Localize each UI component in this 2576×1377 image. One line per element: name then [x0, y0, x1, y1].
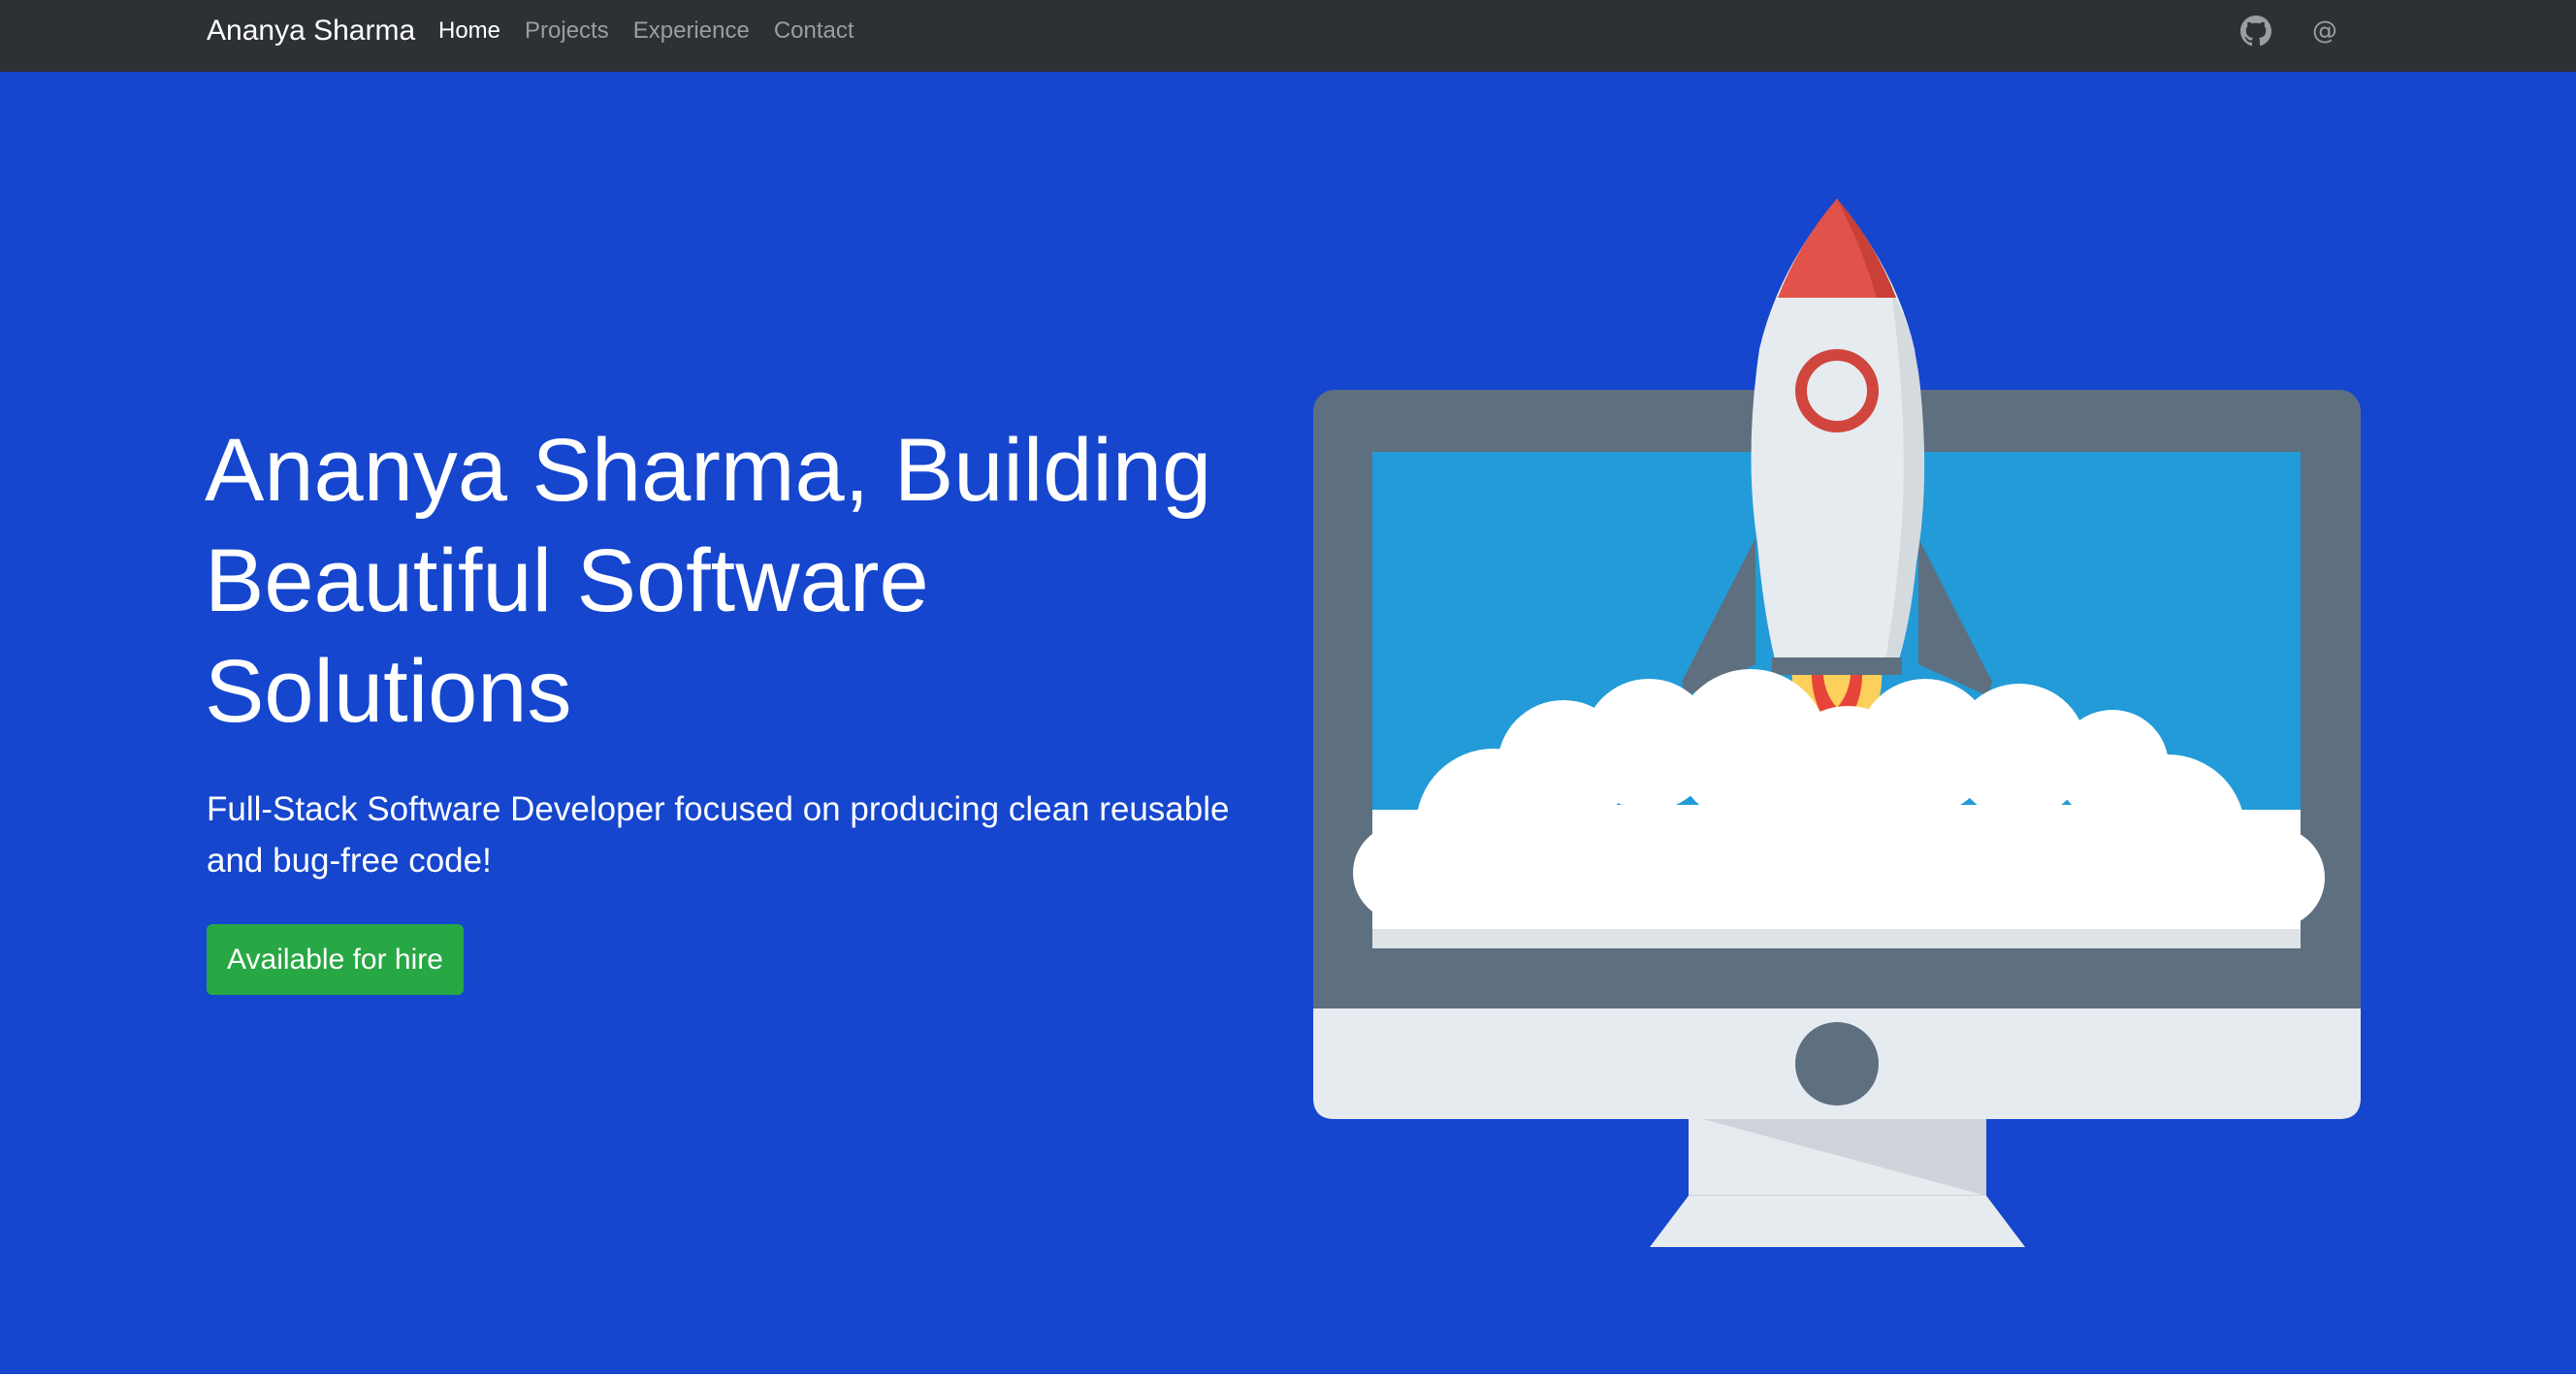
nav-link-contact[interactable]: Contact: [774, 16, 854, 47]
top-navbar: Ananya Sharma Home Projects Experience C…: [0, 0, 2576, 72]
github-icon[interactable]: [2240, 16, 2271, 47]
nav-link-home[interactable]: Home: [438, 16, 500, 47]
nav-links: Home Projects Experience Contact: [438, 16, 854, 47]
at-sign-icon[interactable]: @: [2309, 16, 2340, 47]
hero-headline: Ananya Sharma, Building Beautiful Softwa…: [205, 421, 1212, 741]
available-for-hire-button[interactable]: Available for hire: [207, 924, 464, 995]
nav-link-projects[interactable]: Projects: [525, 16, 609, 47]
nav-link-experience[interactable]: Experience: [633, 16, 750, 47]
navbar-brand[interactable]: Ananya Sharma: [207, 14, 415, 48]
hero-subheadline: Full-Stack Software Developer focused on…: [207, 790, 1230, 880]
